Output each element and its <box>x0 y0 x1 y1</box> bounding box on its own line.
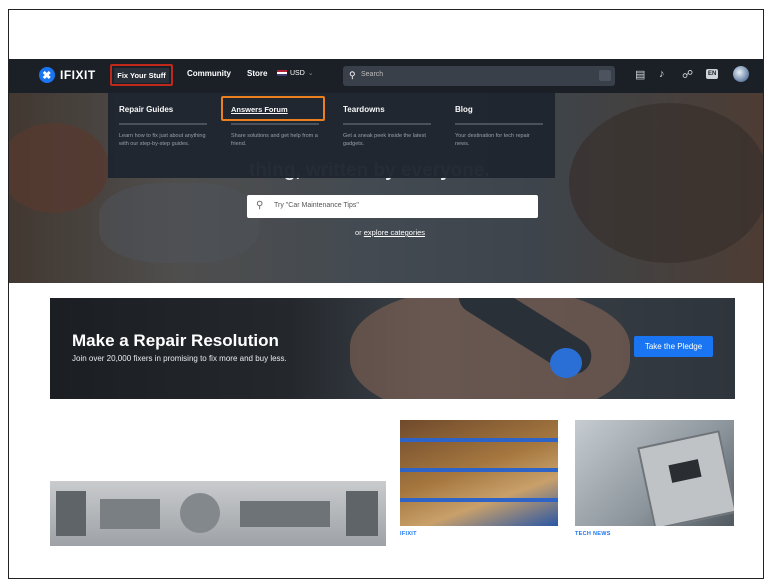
top-navbar: ✖ IFIXIT Fix Your Stuff Community Store … <box>9 59 763 93</box>
repair-resolution-banner[interactable]: Make a Repair Resolution Join over 20,00… <box>50 298 735 399</box>
feature-card-xray[interactable] <box>50 419 386 546</box>
browser-viewport: thing, written by everyone. ⚲ Try "Car M… <box>8 9 764 579</box>
hero-search-input[interactable]: ⚲ Try "Car Maintenance Tips" <box>247 195 538 218</box>
card-category-label[interactable]: TECH NEWS <box>575 531 611 537</box>
community-menu[interactable]: Community <box>187 69 231 78</box>
ifixit-logo[interactable]: ✖ IFIXIT <box>39 67 96 83</box>
keyboard-shortcut-icon <box>599 70 611 81</box>
banner-subtitle: Join over 20,000 fixers in promising to … <box>72 354 287 363</box>
card-category-label[interactable]: IFIXIT <box>400 531 417 537</box>
hero-search-placeholder: Try "Car Maintenance Tips" <box>274 202 359 209</box>
feature-card-warehouse[interactable] <box>400 420 558 526</box>
banner-title: Make a Repair Resolution <box>72 331 279 350</box>
store-menu[interactable]: Store <box>247 69 267 78</box>
explore-categories-link[interactable]: explore categories <box>364 228 425 237</box>
hero-explore-text: or explore categories <box>355 228 426 237</box>
language-selector[interactable]: EN <box>706 69 719 79</box>
take-the-pledge-button[interactable]: Take the Pledge <box>634 336 713 357</box>
search-icon: ⚲ <box>349 70 356 80</box>
avatar[interactable] <box>733 66 749 82</box>
cart-icon[interactable]: ☍ <box>682 68 693 81</box>
currency-selector[interactable]: USD ⌄ <box>277 69 314 77</box>
xray-image <box>50 481 386 546</box>
search-icon: ⚲ <box>256 200 264 211</box>
nav-search-placeholder: Search <box>361 71 384 78</box>
nav-search-input[interactable]: ⚲ Search <box>343 66 615 86</box>
toolbox-icon[interactable]: ▤ <box>635 68 645 81</box>
chevron-down-icon: ⌄ <box>307 70 314 77</box>
ifixit-logo-icon: ✖ <box>39 67 55 83</box>
answers-forum-highlight: Answers Forum <box>221 96 325 121</box>
feature-card-tech-news[interactable] <box>575 420 734 526</box>
bell-icon[interactable]: ♪ <box>659 68 665 80</box>
us-flag-icon <box>277 70 287 76</box>
fix-your-stuff-menu[interactable]: Fix Your Stuff <box>110 64 173 86</box>
fix-your-stuff-dropdown: Repair Guides Learn how to fix just abou… <box>108 93 555 178</box>
